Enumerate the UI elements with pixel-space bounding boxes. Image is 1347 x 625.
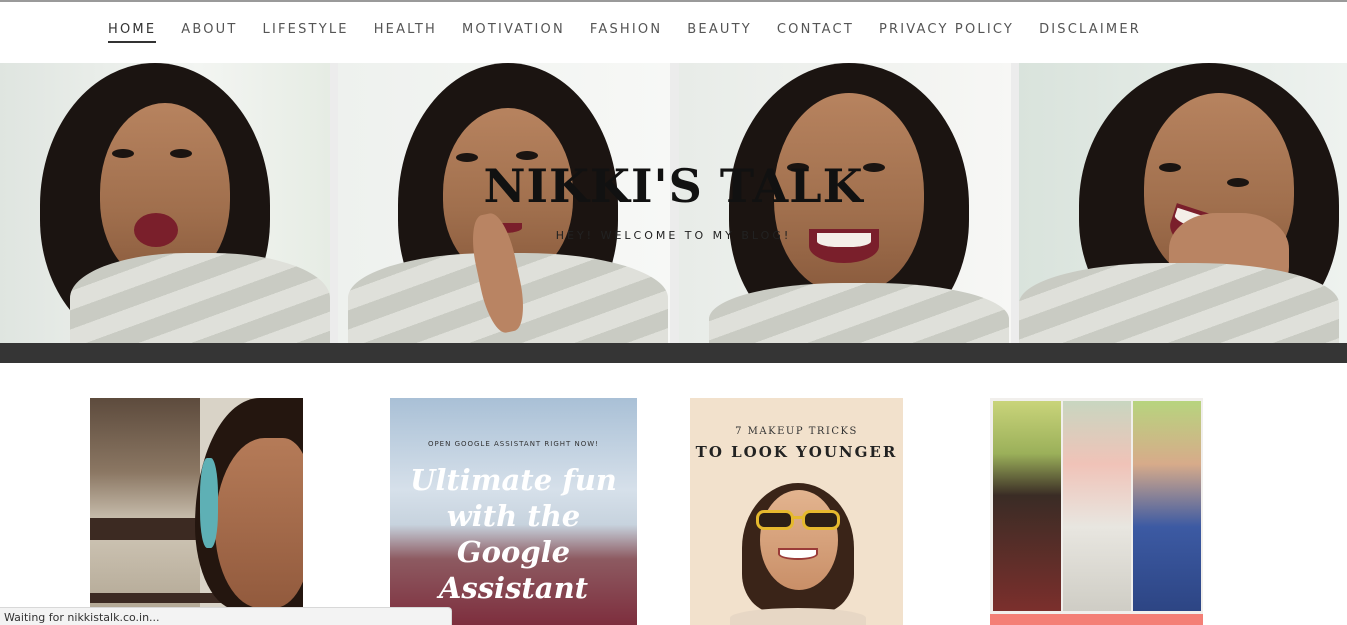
nav-item-fashion[interactable]: FASHION xyxy=(590,22,662,43)
post-thumbnail-2[interactable]: OPEN GOOGLE ASSISTANT RIGHT NOW! Ultimat… xyxy=(390,398,637,625)
sunglasses-icon xyxy=(756,510,842,530)
nav-item-contact[interactable]: CONTACT xyxy=(777,22,854,43)
nav-item-health[interactable]: HEALTH xyxy=(374,22,437,43)
nav-item-home[interactable]: HOME xyxy=(108,22,157,43)
post-3-overline: 7 MAKEUP TRICKS xyxy=(735,426,858,437)
nav-item-motivation[interactable]: MOTIVATION xyxy=(462,22,565,43)
post-2-title[interactable]: Ultimate fun with the Google Assistant xyxy=(390,462,637,606)
main-navigation: HOME ABOUT LIFESTYLE HEALTH MOTIVATION F… xyxy=(0,2,1347,64)
post-thumbnail-3[interactable]: 7 MAKEUP TRICKS TO LOOK YOUNGER xyxy=(690,398,903,625)
nav-item-disclaimer[interactable]: DISCLAIMER xyxy=(1039,22,1141,43)
nav-item-beauty[interactable]: BEAUTY xyxy=(687,22,752,43)
site-tagline: HEY! WELCOME TO MY BLOG! xyxy=(555,229,792,242)
post-4-band xyxy=(990,614,1203,625)
post-3-title[interactable]: TO LOOK YOUNGER xyxy=(690,443,903,461)
browser-status-bar: Waiting for nikkistalk.co.in... xyxy=(0,607,452,625)
site-title[interactable]: NIKKI'S TALK xyxy=(0,159,1347,213)
post-thumbnail-4[interactable] xyxy=(990,398,1203,625)
nav-item-privacy-policy[interactable]: PRIVACY POLICY xyxy=(879,22,1014,43)
nav-item-about[interactable]: ABOUT xyxy=(181,22,237,43)
post-2-overline: OPEN GOOGLE ASSISTANT RIGHT NOW! xyxy=(427,440,600,448)
nav-menu: HOME ABOUT LIFESTYLE HEALTH MOTIVATION F… xyxy=(108,22,1166,43)
nav-item-lifestyle[interactable]: LIFESTYLE xyxy=(263,22,349,43)
hero-bottom-band xyxy=(0,343,1347,363)
hero-banner: NIKKI'S TALK HEY! WELCOME TO MY BLOG! xyxy=(0,63,1347,343)
post-thumbnail-1[interactable] xyxy=(90,398,303,610)
